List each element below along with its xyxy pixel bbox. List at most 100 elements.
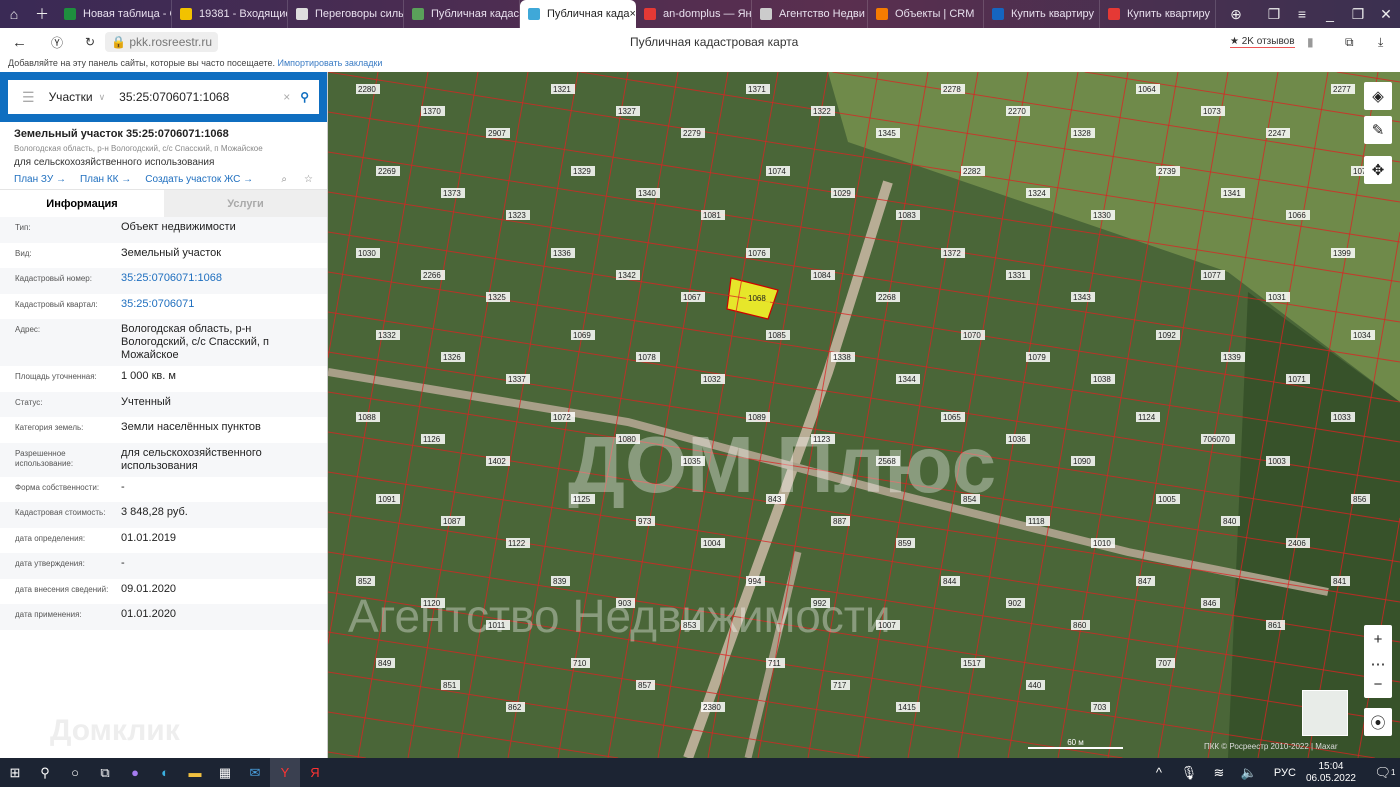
tab-information[interactable]: Информация (0, 190, 164, 217)
parcel-label[interactable]: 1034 (1353, 331, 1371, 340)
parcel-label[interactable]: 847 (1138, 577, 1152, 586)
reload-icon[interactable]: ↻ (85, 35, 95, 49)
parcel-label[interactable]: 1031 (1268, 293, 1286, 302)
parcel-label[interactable]: 717 (833, 681, 847, 690)
parcel-label[interactable]: 1005 (1158, 495, 1176, 504)
task-view-icon[interactable]: ⧉ (90, 758, 120, 787)
parcel-label[interactable]: 1079 (1028, 353, 1046, 362)
parcel-label[interactable]: 2280 (358, 85, 376, 94)
plan-kk-link[interactable]: План КК → (80, 174, 131, 185)
parcel-label[interactable]: 1033 (1333, 413, 1351, 422)
map-canvas[interactable]: Агентство Недвижимости ДОМ Плюс 22801370… (328, 72, 1400, 758)
parcel-label[interactable]: 706070 (1203, 435, 1230, 444)
cortana-icon[interactable]: ○ (60, 758, 90, 787)
parcel-label[interactable]: 903 (618, 599, 632, 608)
parcel-label[interactable]: 1070 (963, 331, 981, 340)
parcel-label[interactable]: 1122 (508, 539, 526, 548)
reviews-link[interactable]: ★ 2K отзывов (1230, 36, 1295, 48)
parcel-label[interactable]: 841 (1333, 577, 1347, 586)
bookmark-icon[interactable]: ▮ (1307, 35, 1314, 49)
zoom-out-button[interactable]: − (1364, 670, 1392, 698)
create-parcel-link[interactable]: Создать участок ЖС → (145, 174, 253, 185)
yandex-browser-icon[interactable]: Y (270, 758, 300, 787)
parcel-label[interactable]: 1032 (703, 375, 721, 384)
parcel-label[interactable]: 2247 (1268, 129, 1286, 138)
parcel-label[interactable]: 1087 (443, 517, 461, 526)
browser-tab[interactable]: Объекты | CRM (868, 0, 984, 28)
parcel-label[interactable]: 1415 (898, 703, 916, 712)
browser-tab[interactable]: Агентство Недви (752, 0, 868, 28)
mic-icon[interactable]: 🎙 (1174, 758, 1204, 787)
parcel-label[interactable]: 844 (943, 577, 957, 586)
search-input[interactable]: 35:25:0706071:1068 (119, 90, 283, 104)
parcel-label[interactable]: 1118 (1028, 517, 1045, 526)
browser-tab[interactable]: Публичная кадаст (404, 0, 520, 28)
parcel-label[interactable]: 840 (1223, 517, 1237, 526)
parcel-label[interactable]: 1125 (573, 495, 591, 504)
yandex-icon[interactable]: Ⓨ (51, 34, 63, 51)
parcel-label[interactable]: 1089 (748, 413, 766, 422)
parcel-label[interactable]: 1327 (618, 107, 636, 116)
parcel-label[interactable]: 1339 (1223, 353, 1241, 362)
parcel-label[interactable]: 973 (638, 517, 652, 526)
parcel-label[interactable]: 852 (358, 577, 372, 586)
tray-chevron-icon[interactable]: ^ (1144, 758, 1174, 787)
parcel-label[interactable]: 851 (443, 681, 457, 690)
parcel-label[interactable]: 2277 (1333, 85, 1351, 94)
parcel-label[interactable]: 1126 (423, 435, 441, 444)
parcel-label[interactable]: 1004 (703, 539, 721, 548)
chevron-down-icon[interactable]: ∨ (99, 92, 106, 103)
measure-button[interactable]: ✎ (1364, 116, 1392, 144)
alice-icon[interactable]: ● (120, 758, 150, 787)
parcel-label[interactable]: 1065 (943, 413, 961, 422)
parcel-label[interactable]: 1124 (1138, 413, 1156, 422)
parcel-label[interactable]: 846 (1203, 599, 1217, 608)
parcel-label[interactable]: 1064 (1138, 85, 1156, 94)
locate-button[interactable]: ✥ (1364, 156, 1392, 184)
parcel-label[interactable]: 856 (1353, 495, 1367, 504)
yandex-icon[interactable]: Я (300, 758, 330, 787)
field-value[interactable]: 35:25:0706071:1068 (121, 272, 321, 285)
parcel-label[interactable]: 1345 (878, 129, 896, 138)
parcel-label[interactable]: 1328 (1073, 129, 1091, 138)
parcel-label[interactable]: 2266 (423, 271, 441, 280)
wifi-icon[interactable]: ≋ (1204, 758, 1234, 787)
parcel-label[interactable]: 1331 (1008, 271, 1026, 280)
parcel-label[interactable]: 1336 (553, 249, 571, 258)
parcel-label[interactable]: 1323 (508, 211, 526, 220)
parcel-label[interactable]: 1325 (488, 293, 506, 302)
close-button[interactable]: ✕ (1372, 0, 1400, 28)
browser-tab[interactable]: an-domplus — Ян (636, 0, 752, 28)
parcel-label[interactable]: 1071 (1288, 375, 1306, 384)
parcel-label[interactable]: 1372 (943, 249, 961, 258)
parcel-label[interactable]: 1344 (898, 375, 916, 384)
star-icon[interactable]: ☆ (304, 174, 313, 185)
field-value[interactable]: 35:25:0706071 (121, 298, 321, 311)
menu-icon[interactable]: ≡ (1288, 0, 1316, 28)
parcel-label[interactable]: 1069 (573, 331, 591, 340)
parcel-label[interactable]: 1399 (1333, 249, 1351, 258)
layers-button[interactable]: ◈ (1364, 82, 1392, 110)
parcel-label[interactable]: 711 (768, 659, 781, 668)
parcel-label[interactable]: 1038 (1093, 375, 1111, 384)
parcel-label[interactable]: 1371 (748, 85, 766, 94)
parcel-label[interactable]: 2279 (683, 129, 701, 138)
parcel-label[interactable]: 2380 (703, 703, 721, 712)
parcel-label[interactable]: 710 (573, 659, 587, 668)
parcel-label[interactable]: 1326 (443, 353, 461, 362)
windows-start-icon[interactable]: ⊞ (0, 758, 30, 787)
parcel-label[interactable]: 1080 (618, 435, 636, 444)
parcel-label[interactable]: 2739 (1158, 167, 1176, 176)
explorer-icon[interactable]: ▬ (180, 758, 210, 787)
parcel-label[interactable]: 2268 (878, 293, 896, 302)
parcel-label[interactable]: 860 (1073, 621, 1087, 630)
parcel-label[interactable]: 1073 (1203, 107, 1221, 116)
search-type-select[interactable]: Участки (49, 90, 99, 104)
parcel-label[interactable]: 1066 (1288, 211, 1306, 220)
parcel-label[interactable]: 1081 (703, 211, 721, 220)
parcel-label[interactable]: 1373 (443, 189, 461, 198)
store-icon[interactable]: ▦ (210, 758, 240, 787)
parcel-label[interactable]: 1029 (833, 189, 851, 198)
parcel-label[interactable]: 1342 (618, 271, 636, 280)
parcel-label[interactable]: 1092 (1158, 331, 1176, 340)
